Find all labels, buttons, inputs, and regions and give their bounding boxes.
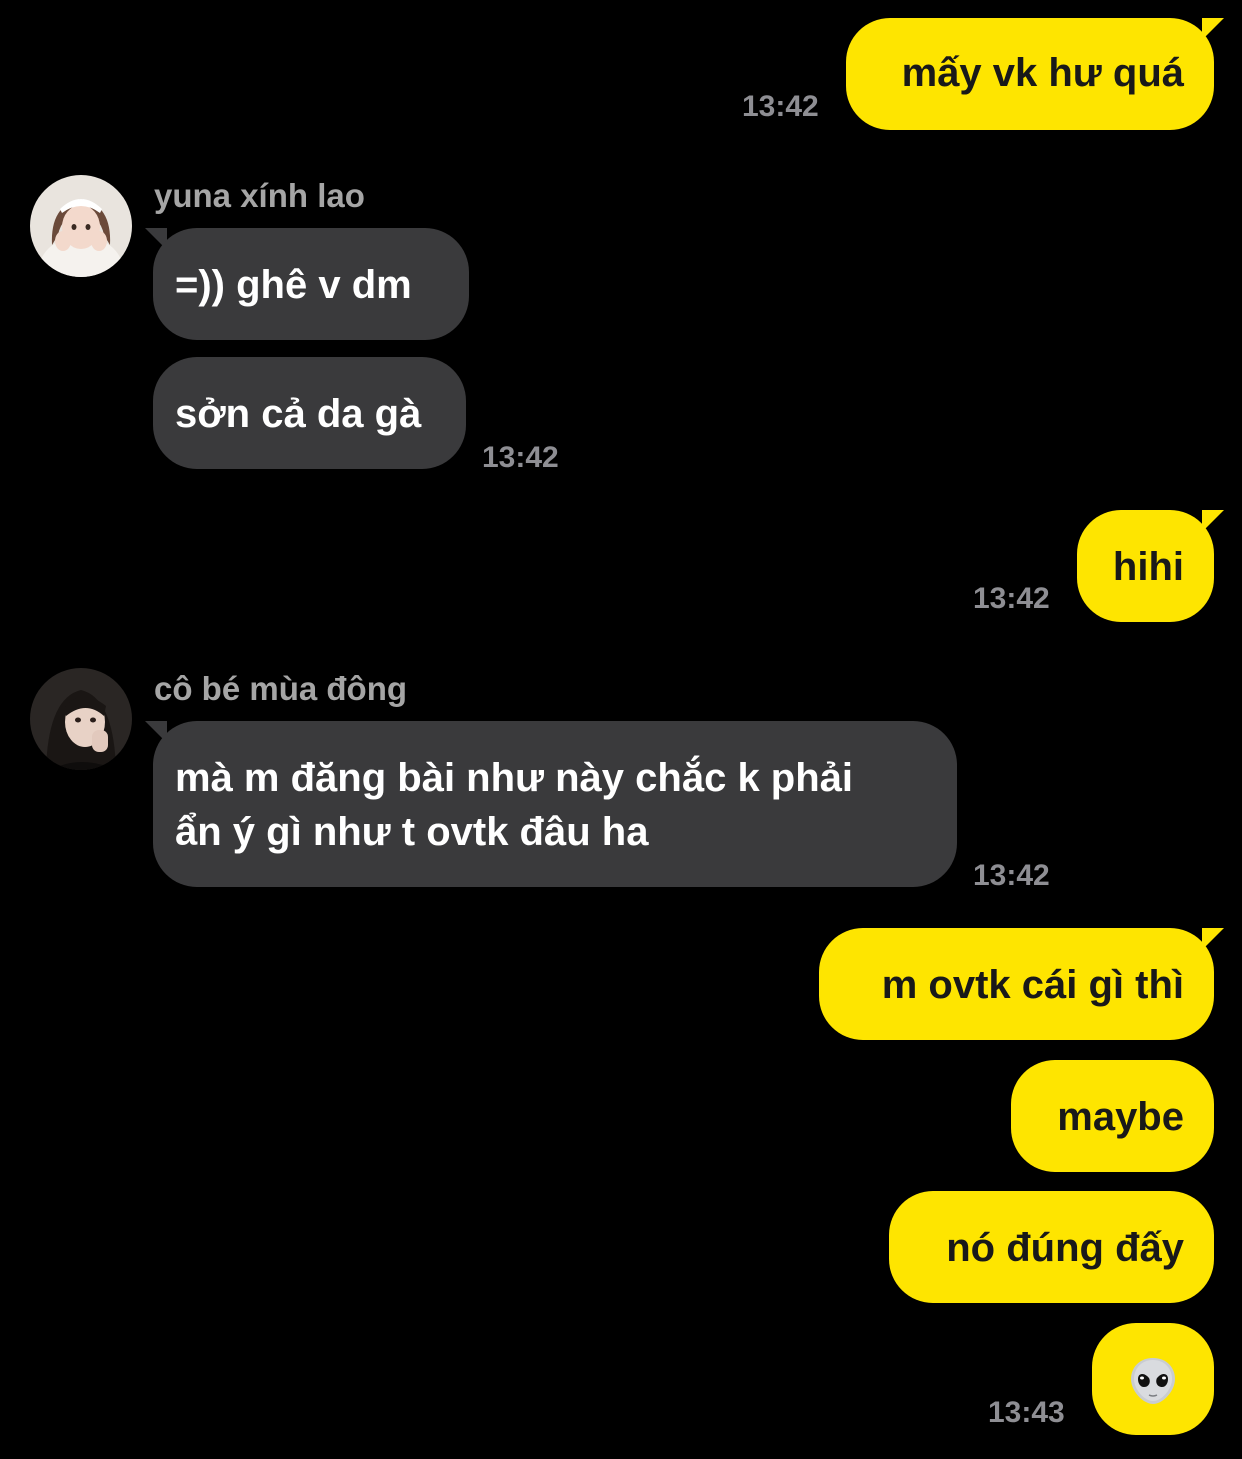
message-text: mấy vk hư quá xyxy=(901,51,1184,95)
message-text: maybe xyxy=(1057,1095,1184,1139)
outgoing-message-bubble[interactable]: nó đúng đấy xyxy=(889,1191,1214,1303)
message-text: sởn cả da gà xyxy=(175,392,422,436)
outgoing-message-bubble[interactable]: maybe xyxy=(1011,1060,1214,1172)
outgoing-message-bubble[interactable]: mấy vk hư quá xyxy=(846,18,1214,130)
message-text: m ovtk cái gì thì xyxy=(881,963,1184,1007)
sender-name: cô bé mùa đông xyxy=(154,670,408,707)
message-text: =)) ghê v dm xyxy=(175,263,412,307)
message-timestamp: 13:42 xyxy=(973,582,1050,615)
incoming-message-bubble[interactable]: mà m đăng bài như này chắc k phải ẩn ý g… xyxy=(153,721,957,887)
message-timestamp: 13:42 xyxy=(973,859,1050,892)
sender-name: yuna xính lao xyxy=(154,177,365,214)
message-text: hihi xyxy=(1112,545,1184,589)
avatar-co-be[interactable] xyxy=(30,668,132,770)
outgoing-emoji-bubble[interactable] xyxy=(1092,1323,1214,1435)
message-text-line: ẩn ý gì như t ovtk đâu ha xyxy=(175,810,649,854)
message-timestamp: 13:43 xyxy=(988,1396,1065,1429)
alien-emoji-icon xyxy=(1127,1355,1179,1421)
message-text: nó đúng đấy xyxy=(946,1226,1184,1270)
incoming-message-bubble[interactable]: =)) ghê v dm xyxy=(153,228,469,340)
message-timestamp: 13:42 xyxy=(482,441,559,474)
message-timestamp: 13:42 xyxy=(742,90,819,123)
message-text-line: mà m đăng bài như này chắc k phải xyxy=(175,756,854,800)
avatar-yuna[interactable] xyxy=(30,175,132,277)
incoming-message-bubble[interactable]: sởn cả da gà xyxy=(153,357,466,469)
outgoing-message-bubble[interactable]: hihi xyxy=(1077,510,1214,622)
outgoing-message-bubble[interactable]: m ovtk cái gì thì xyxy=(819,928,1214,1040)
